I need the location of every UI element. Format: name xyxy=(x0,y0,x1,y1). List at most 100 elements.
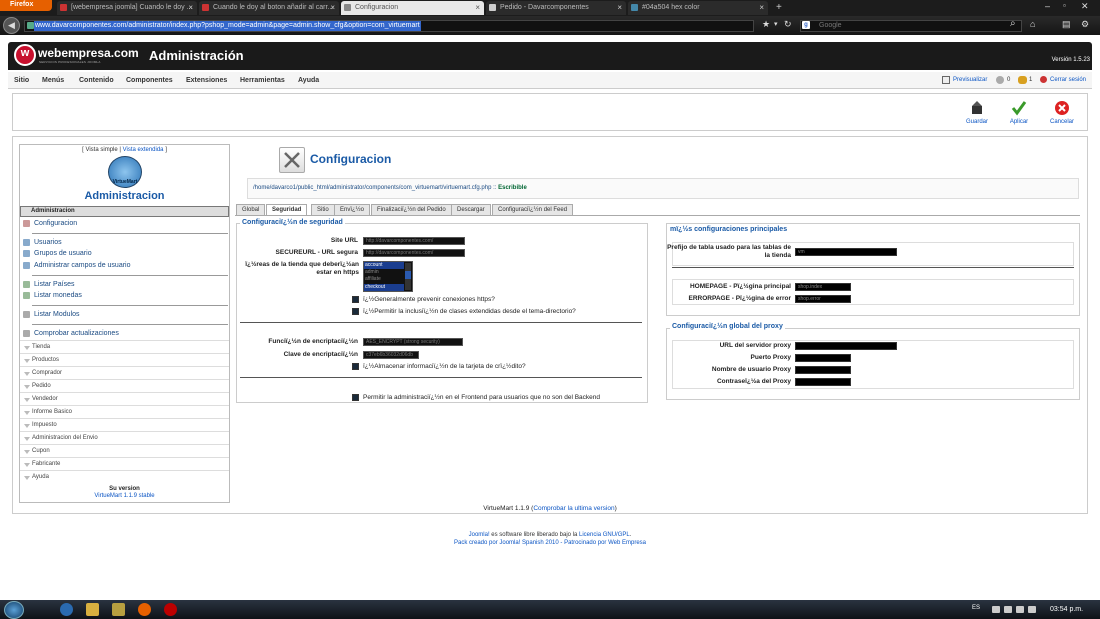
menu-componentes[interactable]: Componentes xyxy=(126,77,173,84)
sidebar-item-monedas[interactable]: Listar monedas xyxy=(34,292,82,299)
reload-icon[interactable]: ↻ xyxy=(784,19,792,30)
check-version-link[interactable]: Comprobar la ultima version xyxy=(533,505,614,512)
sidebar-section-informe[interactable]: Informe Basico xyxy=(20,405,229,418)
menu-extensiones[interactable]: Extensiones xyxy=(186,77,227,84)
frontend-admin-checkbox[interactable] xyxy=(352,394,359,401)
menu-menus[interactable]: Menús xyxy=(42,77,64,84)
tray-arrow-icon[interactable] xyxy=(992,606,1000,613)
sidebar-section-comprador[interactable]: Comprador xyxy=(20,366,229,379)
scrollbar-thumb[interactable] xyxy=(405,271,411,279)
sidebar-section-ayuda[interactable]: Ayuda xyxy=(20,470,229,483)
option-admin[interactable]: admin xyxy=(364,269,404,276)
sidebar-section-vendedor[interactable]: Vendedor xyxy=(20,392,229,405)
site-identity-icon[interactable] xyxy=(27,22,34,29)
sidebar-item-campos[interactable]: Administrar campos de usuario xyxy=(34,262,131,269)
tray-volume-icon[interactable] xyxy=(1028,606,1036,613)
sidebar-section-tienda[interactable]: Tienda xyxy=(20,340,229,353)
homepage-input[interactable]: shop.index xyxy=(795,283,851,291)
tab-global[interactable]: Global xyxy=(236,204,266,215)
sidebar-item-actualizaciones[interactable]: Comprobar actualizaciones xyxy=(34,330,119,337)
sidebar-section-pedido[interactable]: Pedido xyxy=(20,379,229,392)
users-count[interactable]: 1 xyxy=(1029,77,1032,83)
joomla-link[interactable]: Joomla! xyxy=(469,532,490,538)
encryption-function-select[interactable]: AES_ENCRYPT (strong security) xyxy=(363,338,463,346)
sidebar-section-envio[interactable]: Administracion del Envio xyxy=(20,431,229,444)
browser-tab[interactable]: Pedido - Davarcomponentes × xyxy=(486,1,626,15)
home-icon[interactable]: ⌂ xyxy=(1030,19,1035,29)
sidebar-item-grupos[interactable]: Grupos de usuario xyxy=(34,250,92,257)
sidebar-item-modulos[interactable]: Listar Modulos xyxy=(34,311,80,318)
opera-taskbar-icon[interactable] xyxy=(164,603,177,616)
settings-icon[interactable]: ⚙ xyxy=(1081,19,1089,30)
view-extended-link[interactable]: Vista extendida xyxy=(123,147,164,153)
menu-herramientas[interactable]: Herramientas xyxy=(240,77,285,84)
version-value[interactable]: VirtueMart 1.1.9 stable xyxy=(19,493,230,499)
option-account[interactable]: account xyxy=(364,262,404,269)
new-tab-icon[interactable]: + xyxy=(776,2,782,13)
tab-finalizacion[interactable]: Finalizaciï¿½n del Pedido xyxy=(371,204,452,215)
language-indicator[interactable]: ES xyxy=(972,605,980,611)
site-url-input[interactable]: http://davarcomponentes.com/ xyxy=(363,237,465,245)
menu-sitio[interactable]: Sitio xyxy=(14,77,29,84)
sidebar-section-admin[interactable]: Administracion xyxy=(20,206,229,217)
tray-network-icon[interactable] xyxy=(1004,606,1012,613)
save-button[interactable]: Guardar xyxy=(962,100,992,125)
sidebar-section-cupon[interactable]: Cupon xyxy=(20,444,229,457)
firefox-taskbar-icon[interactable] xyxy=(138,603,151,616)
start-button-icon[interactable] xyxy=(4,601,24,619)
minimize-icon[interactable]: – xyxy=(1045,1,1050,11)
bookmarks-icon[interactable]: ▤ xyxy=(1062,19,1071,30)
browser-tab[interactable]: Cuando le doy al boton añadir al carr...… xyxy=(199,1,339,15)
prevent-https-checkbox[interactable] xyxy=(352,296,359,303)
sidebar-section-productos[interactable]: Productos xyxy=(20,353,229,366)
option-checkout[interactable]: checkout xyxy=(364,284,404,291)
errorpage-input[interactable]: shop.error xyxy=(795,295,851,303)
tab-envio[interactable]: Envï¿½o xyxy=(334,204,371,215)
file-explorer-icon[interactable] xyxy=(86,603,99,616)
menu-contenido[interactable]: Contenido xyxy=(79,77,114,84)
table-prefix-input[interactable]: vm xyxy=(795,248,897,256)
license-link[interactable]: Licencia GNU/GPL xyxy=(579,532,630,538)
proxy-pass-input[interactable] xyxy=(795,378,851,386)
tab-seguridad[interactable]: Seguridad xyxy=(266,204,308,215)
close-window-icon[interactable]: ✕ xyxy=(1081,1,1089,12)
allow-extended-checkbox[interactable] xyxy=(352,308,359,315)
browser-tab-active[interactable]: Configuracion × xyxy=(341,1,484,15)
close-tab-icon[interactable]: × xyxy=(759,3,764,12)
sidebar-item-usuarios[interactable]: Usuarios xyxy=(34,239,62,246)
preview-link[interactable]: Previsualizar xyxy=(953,77,987,83)
option-affiliate[interactable]: affiliate xyxy=(364,276,404,283)
browser-tab[interactable]: [webempresa joomla] Cuando le doy ... × xyxy=(57,1,197,15)
menu-ayuda[interactable]: Ayuda xyxy=(298,77,319,84)
pack-credits[interactable]: Pack creado por Joomla! Spanish 2010 - P… xyxy=(0,540,1100,546)
close-tab-icon[interactable]: × xyxy=(188,3,193,12)
firefox-menu-button[interactable]: Firefox xyxy=(0,0,52,11)
search-input[interactable]: Google xyxy=(800,20,1022,32)
close-tab-icon[interactable]: × xyxy=(475,3,480,12)
logout-link[interactable]: Cerrar sesión xyxy=(1050,77,1086,83)
sidebar-section-fabricante[interactable]: Fabricante xyxy=(20,457,229,470)
sidebar-item-configuracion[interactable]: Configuracion xyxy=(34,220,77,227)
encryption-key-input[interactable]: c37eb6b36032d06db xyxy=(363,351,419,359)
proxy-url-input[interactable] xyxy=(795,342,897,350)
tray-flag-icon[interactable] xyxy=(1016,606,1024,613)
url-text[interactable]: www.davarcomponentes.com/administrator/i… xyxy=(34,21,421,31)
sidebar-item-paises[interactable]: Listar Países xyxy=(34,281,74,288)
close-tab-icon[interactable]: × xyxy=(617,3,622,12)
secure-url-input[interactable]: http://davarcomponentes.com/ xyxy=(363,249,465,257)
clock[interactable]: 03:54 p.m. xyxy=(1050,606,1083,613)
maximize-icon[interactable]: ▫ xyxy=(1063,1,1066,10)
messages-count[interactable]: 0 xyxy=(1007,77,1010,83)
proxy-user-input[interactable] xyxy=(795,366,851,374)
proxy-port-input[interactable] xyxy=(795,354,851,362)
bookmark-star-icon[interactable]: ★ xyxy=(762,19,770,30)
dropdown-arrow-icon[interactable]: ▾ xyxy=(774,20,778,28)
back-button-icon[interactable]: ◀ xyxy=(3,17,20,34)
sidebar-section-impuesto[interactable]: Impuesto xyxy=(20,418,229,431)
cancel-button[interactable]: Cancelar xyxy=(1047,100,1077,125)
close-tab-icon[interactable]: × xyxy=(330,3,335,12)
media-player-icon[interactable] xyxy=(112,603,125,616)
apply-button[interactable]: Aplicar xyxy=(1004,100,1034,125)
search-icon[interactable]: ⌕ xyxy=(1010,18,1016,29)
internet-explorer-icon[interactable] xyxy=(60,603,73,616)
